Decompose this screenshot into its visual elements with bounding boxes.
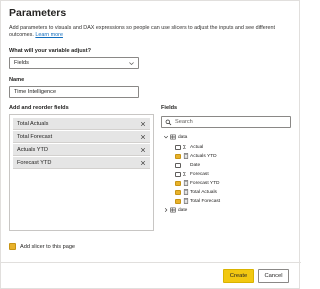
close-icon[interactable] [140, 134, 146, 140]
cancel-button[interactable]: Cancel [258, 269, 289, 283]
selected-field-label: Total Actuals [17, 120, 49, 127]
add-fields-label: Add and reorder fields [9, 105, 69, 111]
close-icon[interactable] [140, 121, 146, 127]
name-field-value: Time Intelligence [14, 89, 57, 95]
selected-field-item[interactable]: Forecast YTD [13, 157, 150, 169]
tree-node-label: Actuals YTD [190, 154, 217, 159]
selected-field-item[interactable]: Total Forecast [13, 131, 150, 143]
field-checkbox[interactable] [175, 180, 181, 186]
variable-select-value: Fields [14, 60, 29, 66]
tree-node-label: data [178, 135, 188, 140]
table-icon [170, 207, 176, 213]
tree-node-date[interactable]: Date [175, 161, 285, 170]
tree-node-actual[interactable]: Σ Actual [175, 143, 285, 152]
variable-label: What will your variable adjust? [9, 48, 92, 54]
search-icon [165, 119, 172, 126]
field-checkbox[interactable] [175, 162, 181, 168]
learn-more-link[interactable]: Learn more [35, 32, 63, 38]
variable-select[interactable]: Fields [9, 57, 139, 69]
calculator-icon [183, 180, 189, 186]
field-checkbox[interactable] [175, 189, 181, 195]
calculator-icon [183, 153, 189, 159]
fields-search-input[interactable]: Search [161, 116, 291, 128]
chevron-down-icon [129, 62, 134, 66]
tree-node-label: Total Forecast [190, 199, 221, 204]
dialog-description: Add parameters to visuals and DAX expres… [9, 25, 293, 39]
tree-node-total-actuals[interactable]: Total Actuals [175, 188, 285, 197]
create-button[interactable]: Create [223, 269, 254, 283]
tree-node-actuals-ytd[interactable]: Actuals YTD [175, 152, 285, 161]
tree-node-forecast[interactable]: Σ Forecast [175, 170, 285, 179]
footer-divider [1, 262, 301, 263]
close-icon[interactable] [140, 147, 146, 153]
dialog-title: Parameters [9, 7, 67, 19]
name-field[interactable]: Time Intelligence [9, 86, 139, 98]
parameters-dialog: Parameters Add parameters to visuals and… [0, 0, 301, 289]
name-label: Name [9, 77, 25, 83]
calculator-icon [183, 189, 189, 195]
table-icon [170, 134, 176, 140]
chevron-right-icon[interactable] [163, 207, 169, 213]
selected-field-item[interactable]: Actuals YTD [13, 144, 150, 156]
field-checkbox[interactable] [175, 144, 181, 150]
tree-node-label: Total Actuals [190, 190, 217, 195]
field-checkbox[interactable] [175, 198, 181, 204]
fields-pane-label: Fields [161, 105, 178, 111]
selected-field-item[interactable]: Total Actuals [13, 118, 150, 130]
tree-node-data[interactable]: data [163, 133, 283, 142]
tree-node-label: Forecast [190, 172, 209, 177]
search-placeholder: Search [175, 119, 193, 125]
selected-fields-list: Total Actuals Total Forecast Actuals YTD… [9, 114, 154, 231]
close-icon[interactable] [140, 160, 146, 166]
add-slicer-checkbox[interactable] [9, 243, 16, 250]
field-checkbox[interactable] [175, 171, 181, 177]
tree-node-label: Actual [190, 145, 204, 150]
tree-node-total-forecast[interactable]: Total Forecast [175, 197, 285, 206]
tree-node-forecast-ytd[interactable]: Forecast YTD [175, 179, 285, 188]
chevron-down-icon[interactable] [163, 134, 169, 140]
selected-field-label: Total Forecast [17, 133, 53, 140]
field-checkbox[interactable] [175, 153, 181, 159]
tree-node-label: date [178, 208, 188, 213]
tree-node-label: Date [190, 163, 201, 168]
calculator-icon [183, 198, 189, 204]
sigma-icon: Σ [183, 144, 187, 151]
add-slicer-label: Add slicer to this page [20, 243, 76, 250]
tree-node-label: Forecast YTD [190, 181, 220, 186]
selected-field-label: Actuals YTD [17, 146, 48, 153]
selected-field-label: Forecast YTD [17, 159, 52, 166]
tree-node-date-table[interactable]: date [163, 206, 283, 215]
sigma-icon: Σ [183, 171, 187, 178]
